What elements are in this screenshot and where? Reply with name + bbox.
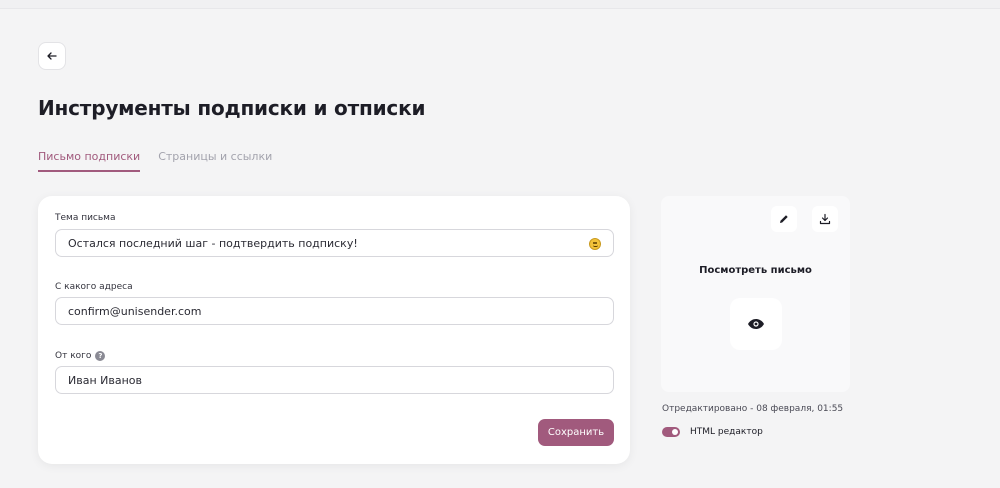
html-editor-toggle-row: HTML редактор [662, 427, 763, 437]
edit-button[interactable] [771, 206, 797, 232]
html-editor-toggle[interactable] [662, 427, 680, 437]
back-button[interactable] [38, 42, 66, 70]
form-card: Тема письма С какого адреса От кого ? Со… [38, 196, 630, 464]
emoji-icon[interactable] [589, 238, 601, 250]
subject-label: Тема письма [55, 213, 116, 223]
from-name-label-text: От кого [55, 351, 92, 361]
from-address-input[interactable] [68, 298, 601, 324]
eye-icon [748, 319, 764, 329]
subject-label-text: Тема письма [55, 213, 116, 223]
preview-panel: Посмотреть письмо [661, 196, 850, 392]
subject-input[interactable] [68, 230, 601, 256]
from-name-field[interactable] [55, 366, 614, 394]
download-button[interactable] [812, 206, 838, 232]
from-address-field[interactable] [55, 297, 614, 325]
tabs: Письмо подписки Страницы и ссылки [38, 150, 272, 172]
save-button[interactable]: Сохранить [538, 419, 614, 446]
from-address-label: С какого адреса [55, 282, 133, 292]
preview-title: Посмотреть письмо [699, 265, 812, 276]
view-letter-button[interactable] [730, 298, 782, 350]
pencil-icon [780, 215, 788, 223]
tab-pages-and-links[interactable]: Страницы и ссылки [158, 150, 272, 172]
download-icon [819, 213, 831, 225]
from-name-input[interactable] [68, 367, 601, 393]
page-title: Инструменты подписки и отписки [38, 96, 426, 120]
top-bar [0, 0, 1000, 9]
html-editor-label: HTML редактор [690, 427, 763, 437]
from-name-label: От кого ? [55, 351, 106, 361]
arrow-left-icon [47, 52, 57, 60]
subject-field[interactable] [55, 229, 614, 257]
from-address-label-text: С какого адреса [55, 282, 133, 292]
edited-timestamp: Отредактировано - 08 февраля, 01:55 [662, 404, 844, 414]
tab-subscription-letter[interactable]: Письмо подписки [38, 150, 141, 172]
question-icon[interactable]: ? [95, 351, 106, 361]
